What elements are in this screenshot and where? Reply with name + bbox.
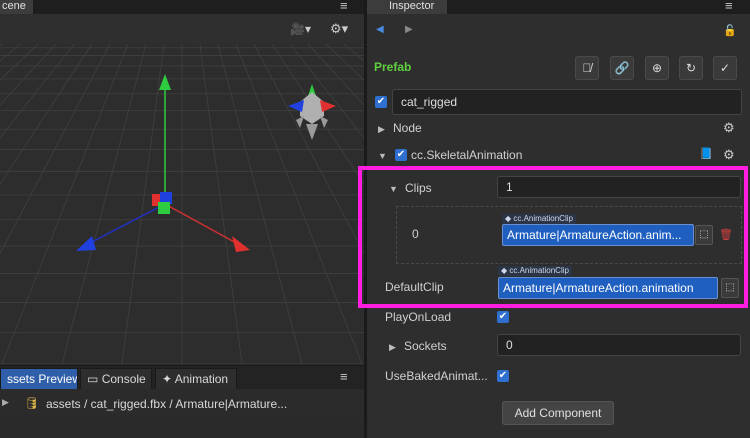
database-icon: 🛢 xyxy=(24,396,40,410)
play-on-load-checkbox[interactable]: ✔ xyxy=(497,311,509,323)
scene-grid xyxy=(0,43,364,364)
nav-back-icon[interactable]: ◀ xyxy=(376,24,384,35)
scene-panel: cene ≡ 🎥▾ ⚙▾ xyxy=(0,0,364,364)
use-baked-animation-label: UseBakedAnimat... xyxy=(385,369,488,383)
sockets-expand-icon[interactable]: ▶ xyxy=(389,342,396,353)
lock-icon[interactable]: 🔓 xyxy=(723,24,737,37)
highlight-box xyxy=(358,166,748,308)
component-label: cc.SkeletalAnimation xyxy=(411,148,523,162)
console-icon: ▭ xyxy=(87,372,99,386)
revert-prefab-button[interactable]: ↻ xyxy=(679,56,703,80)
component-collapse-icon[interactable]: ▼ xyxy=(378,151,387,161)
node-name-field[interactable]: cat_rigged xyxy=(392,89,742,115)
inspector-menu-icon[interactable]: ≡ xyxy=(725,0,733,13)
camera-dropdown-icon[interactable]: 🎥▾ xyxy=(290,22,311,36)
bottom-tabbar: ssets Preview ▭ Console ✦ Animation ≡ xyxy=(0,365,364,390)
node-section-label[interactable]: Node xyxy=(393,121,422,135)
expand-arrow-icon[interactable]: ▶ xyxy=(2,397,9,408)
animation-icon: ✦ xyxy=(162,372,173,386)
prefab-label: Prefab xyxy=(374,60,412,74)
asset-path: assets / cat_rigged.fbx / Armature|Armat… xyxy=(46,397,288,411)
apply-prefab-button[interactable]: ✓ xyxy=(713,56,737,80)
tab-label: ssets Preview xyxy=(7,372,78,386)
tab-scene[interactable]: cene xyxy=(0,0,33,14)
use-baked-animation-checkbox[interactable]: ✔ xyxy=(497,370,509,382)
node-active-checkbox[interactable]: ✔ xyxy=(375,96,387,108)
component-docs-book-icon[interactable]: 📘 xyxy=(699,147,713,160)
sockets-label: Sockets xyxy=(404,339,447,353)
add-component-button[interactable]: Add Component xyxy=(502,401,614,425)
scene-toolbar: 🎥▾ ⚙▾ xyxy=(0,14,364,44)
tab-animation[interactable]: ✦ Animation xyxy=(155,368,237,390)
play-on-load-label: PlayOnLoad xyxy=(385,310,452,324)
link-prefab-button[interactable]: 🔗 xyxy=(610,56,634,80)
scene-settings-dropdown-icon[interactable]: ⚙▾ xyxy=(330,21,348,37)
tab-label: Animation xyxy=(174,372,229,386)
tab-console[interactable]: ▭ Console xyxy=(80,368,152,390)
component-settings-gear-icon[interactable]: ⚙ xyxy=(723,147,735,163)
sockets-count-field[interactable]: 0 xyxy=(497,334,741,356)
tab-inspector[interactable]: Inspector xyxy=(367,0,447,14)
tab-label: Console xyxy=(101,372,146,386)
tab-assets-preview[interactable]: ssets Preview xyxy=(0,368,78,390)
scene-viewport[interactable] xyxy=(0,43,364,364)
asset-preview-row[interactable]: ▶ 🛢 assets / cat_rigged.fbx / Armature|A… xyxy=(0,389,364,419)
bottom-panel-menu-icon[interactable]: ≡ xyxy=(340,369,348,384)
scene-menu-icon[interactable]: ≡ xyxy=(340,0,348,13)
locate-prefab-button[interactable]: ⊕ xyxy=(645,56,669,80)
inspector-tabbar: Inspector ≡ xyxy=(367,0,750,14)
scene-tabbar: cene ≡ xyxy=(0,0,364,14)
node-settings-gear-icon[interactable]: ⚙ xyxy=(723,120,735,136)
component-enabled-checkbox[interactable]: ✔ xyxy=(395,149,407,161)
node-expand-icon[interactable]: ▶ xyxy=(378,124,385,135)
nav-forward-icon[interactable]: ▶ xyxy=(405,24,413,35)
unlink-prefab-button[interactable]: ⛓̸ xyxy=(575,56,599,80)
